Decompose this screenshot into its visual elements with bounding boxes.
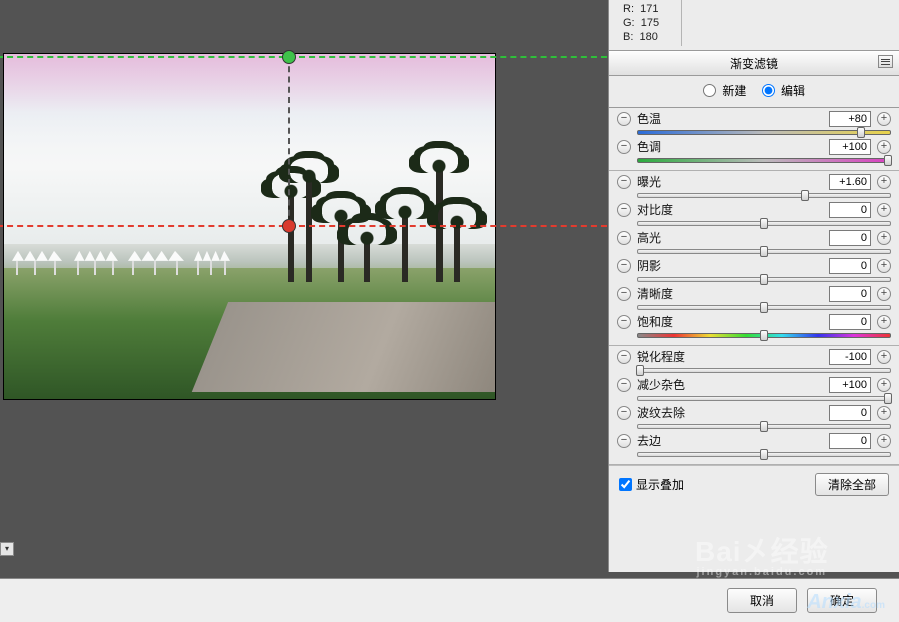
slider-label-sharpness: 锐化程度 — [637, 348, 823, 365]
slider-value-moire[interactable] — [829, 405, 871, 421]
gradient-handle-bottom[interactable] — [282, 219, 296, 233]
rgb-readout: R: 171 G: 175 B: 180 — [609, 0, 899, 51]
slider-thumb-defringe[interactable] — [760, 449, 768, 460]
canvas-area: ▾ — [0, 0, 608, 556]
slider-thumb-noise[interactable] — [884, 393, 892, 404]
gradient-handle-top[interactable] — [282, 50, 296, 64]
slider-thumb-exposure[interactable] — [801, 190, 809, 201]
slider-value-noise[interactable] — [829, 377, 871, 393]
mode-new-radio[interactable]: 新建 — [703, 84, 746, 98]
slider-value-temp[interactable] — [829, 111, 871, 127]
slider-track-tint[interactable] — [637, 156, 891, 165]
panel-footer: 显示叠加 清除全部 — [609, 465, 899, 503]
minus-button-clarity[interactable]: − — [617, 287, 631, 301]
slider-label-exposure: 曝光 — [637, 173, 823, 190]
minus-button-exposure[interactable]: − — [617, 175, 631, 189]
minus-button-highlights[interactable]: − — [617, 231, 631, 245]
slider-track-contrast[interactable] — [637, 219, 891, 228]
gradient-guide-bottom[interactable] — [0, 225, 607, 227]
slider-track-noise[interactable] — [637, 394, 891, 403]
ok-button[interactable]: 确定 — [807, 588, 877, 613]
slider-value-exposure[interactable] — [829, 174, 871, 190]
plus-button-defringe[interactable]: + — [877, 434, 891, 448]
slider-thumb-contrast[interactable] — [760, 218, 768, 229]
slider-label-tint: 色调 — [637, 138, 823, 155]
slider-label-shadows: 阴影 — [637, 257, 823, 274]
slider-value-defringe[interactable] — [829, 433, 871, 449]
slider-label-clarity: 清晰度 — [637, 285, 823, 302]
minus-button-saturation[interactable]: − — [617, 315, 631, 329]
gradient-guide-top[interactable] — [0, 56, 607, 58]
slider-track-highlights[interactable] — [637, 247, 891, 256]
plus-button-contrast[interactable]: + — [877, 203, 891, 217]
slider-thumb-moire[interactable] — [760, 421, 768, 432]
slider-label-defringe: 去边 — [637, 432, 823, 449]
slider-label-moire: 波纹去除 — [637, 404, 823, 421]
minus-button-defringe[interactable]: − — [617, 434, 631, 448]
gradient-guide-vertical[interactable] — [288, 56, 290, 226]
slider-value-shadows[interactable] — [829, 258, 871, 274]
plus-button-exposure[interactable]: + — [877, 175, 891, 189]
slider-thumb-temp[interactable] — [857, 127, 865, 138]
slider-label-noise: 减少杂色 — [637, 376, 823, 393]
plus-button-clarity[interactable]: + — [877, 287, 891, 301]
minus-button-temp[interactable]: − — [617, 112, 631, 126]
mode-selector: 新建 编辑 — [609, 76, 899, 108]
slider-value-tint[interactable] — [829, 139, 871, 155]
plus-button-tint[interactable]: + — [877, 140, 891, 154]
cancel-button[interactable]: 取消 — [727, 588, 797, 613]
slider-value-saturation[interactable] — [829, 314, 871, 330]
slider-thumb-clarity[interactable] — [760, 302, 768, 313]
slider-label-temp: 色温 — [637, 110, 823, 127]
slider-track-shadows[interactable] — [637, 275, 891, 284]
slider-track-saturation[interactable] — [637, 331, 891, 340]
slider-thumb-highlights[interactable] — [760, 246, 768, 257]
minus-button-tint[interactable]: − — [617, 140, 631, 154]
minus-button-contrast[interactable]: − — [617, 203, 631, 217]
plus-button-noise[interactable]: + — [877, 378, 891, 392]
dialog-footer: 取消 确定 — [0, 578, 899, 622]
panel-menu-icon[interactable] — [878, 55, 893, 68]
slider-track-moire[interactable] — [637, 422, 891, 431]
slider-track-defringe[interactable] — [637, 450, 891, 459]
clear-all-button[interactable]: 清除全部 — [815, 473, 889, 496]
slider-thumb-sharpness[interactable] — [636, 365, 644, 376]
slider-track-clarity[interactable] — [637, 303, 891, 312]
slider-label-highlights: 高光 — [637, 229, 823, 246]
minus-button-sharpness[interactable]: − — [617, 350, 631, 364]
show-overlay-checkbox[interactable] — [619, 478, 632, 491]
slider-value-clarity[interactable] — [829, 286, 871, 302]
slider-thumb-tint[interactable] — [884, 155, 892, 166]
minus-button-moire[interactable]: − — [617, 406, 631, 420]
sliders-container: − 色温 + − 色调 + − 曝光 + − 对比度 + − 高光 + − 阴影 + − 清… — [609, 108, 899, 465]
minus-button-shadows[interactable]: − — [617, 259, 631, 273]
panel-title: 渐变滤镜 — [609, 51, 899, 76]
slider-label-contrast: 对比度 — [637, 201, 823, 218]
plus-button-shadows[interactable]: + — [877, 259, 891, 273]
plus-button-saturation[interactable]: + — [877, 315, 891, 329]
plus-button-moire[interactable]: + — [877, 406, 891, 420]
scroll-down-icon[interactable]: ▾ — [0, 542, 14, 556]
slider-track-sharpness[interactable] — [637, 366, 891, 375]
slider-thumb-shadows[interactable] — [760, 274, 768, 285]
slider-value-highlights[interactable] — [829, 230, 871, 246]
adjustments-panel: R: 171 G: 175 B: 180 渐变滤镜 新建 编辑 − 色温 +− … — [608, 0, 899, 572]
plus-button-temp[interactable]: + — [877, 112, 891, 126]
slider-value-contrast[interactable] — [829, 202, 871, 218]
slider-label-saturation: 饱和度 — [637, 313, 823, 330]
show-overlay-label: 显示叠加 — [636, 476, 684, 493]
plus-button-highlights[interactable]: + — [877, 231, 891, 245]
minus-button-noise[interactable]: − — [617, 378, 631, 392]
plus-button-sharpness[interactable]: + — [877, 350, 891, 364]
slider-value-sharpness[interactable] — [829, 349, 871, 365]
slider-thumb-saturation[interactable] — [760, 330, 768, 341]
slider-track-temp[interactable] — [637, 128, 891, 137]
mode-edit-radio[interactable]: 编辑 — [762, 84, 805, 98]
slider-track-exposure[interactable] — [637, 191, 891, 200]
